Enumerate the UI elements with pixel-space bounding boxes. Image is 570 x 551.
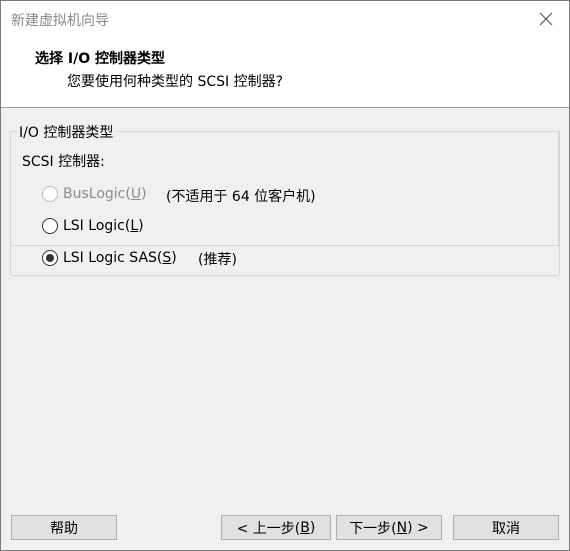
scsi-controller-label: SCSI 控制器: [22, 154, 105, 170]
radio-buslogic: BusLogic(U) [42, 186, 147, 202]
radio-circle-icon [42, 218, 58, 234]
cancel-button[interactable]: 取消 [453, 515, 559, 540]
buslogic-note: (不适用于 64 位客户机) [166, 189, 316, 205]
radio-circle-icon [42, 186, 58, 202]
window-title: 新建虚拟机向导 [11, 13, 109, 29]
page-title: 选择 I/O 控制器类型 [35, 51, 165, 67]
next-button[interactable]: 下一步(N) > [336, 515, 442, 540]
title-bar: 新建虚拟机向导 [1, 1, 569, 37]
lsi-sas-note: (推荐) [198, 252, 237, 268]
radio-checked-icon [42, 250, 58, 266]
groupbox-legend: I/O 控制器类型 [17, 122, 117, 142]
close-button[interactable] [523, 1, 569, 37]
back-button[interactable]: < 上一步(B) [221, 515, 331, 540]
radio-lsi-logic-sas[interactable]: LSI Logic SAS(S) [42, 250, 177, 266]
help-button[interactable]: 帮助 [11, 515, 117, 540]
page-subtitle: 您要使用何种类型的 SCSI 控制器? [67, 74, 284, 90]
wizard-window: 新建虚拟机向导 选择 I/O 控制器类型 您要使用何种类型的 SCSI 控制器?… [0, 0, 570, 551]
wizard-header: 选择 I/O 控制器类型 您要使用何种类型的 SCSI 控制器? [1, 37, 569, 108]
close-icon [539, 12, 553, 26]
radio-lsi-logic[interactable]: LSI Logic(L) [42, 218, 144, 234]
